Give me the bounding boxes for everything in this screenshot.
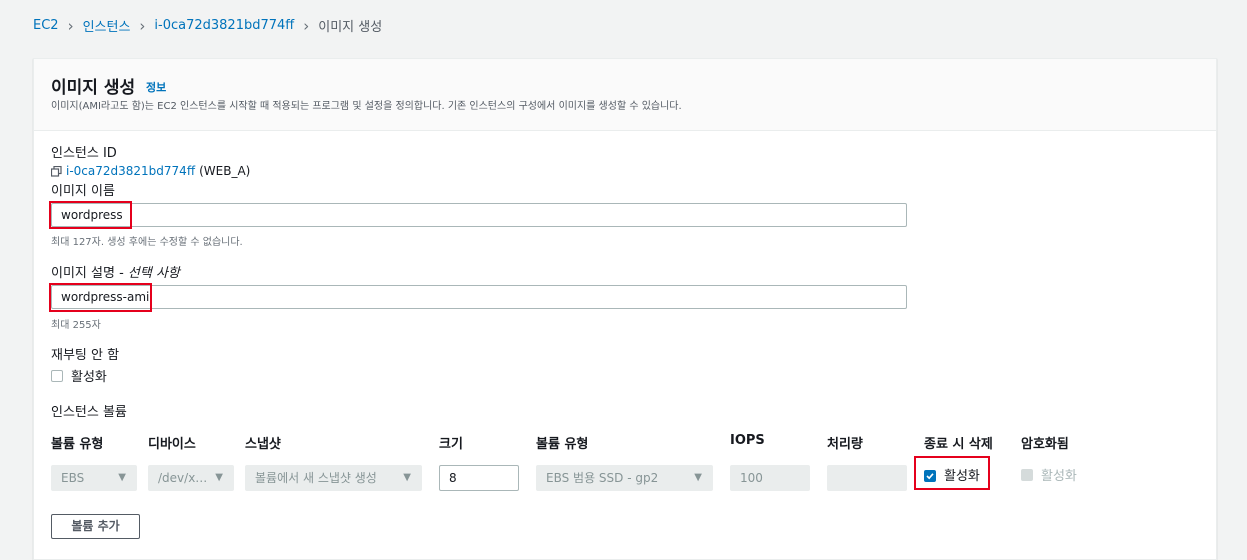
col-throughput: 처리량 [827,437,863,452]
image-desc-hint: 최대 255자 [51,320,101,331]
instance-id-link[interactable]: i-0ca72d3821bd774ff [66,164,195,178]
device-select[interactable]: /dev/x… ▼ [148,465,234,491]
create-image-panel: 이미지 생성 정보 이미지(AMI라고도 함)는 EC2 인스턴스를 시작할 때… [33,58,1217,560]
instance-volumes-label: 인스턴스 볼륨 [51,405,127,420]
col-device: 디바이스 [148,437,196,452]
highlight-box [49,201,132,229]
caret-down-icon: ▼ [694,472,702,483]
panel-description: 이미지(AMI라고도 함)는 EC2 인스턴스를 시작할 때 적용되는 프로그램… [51,101,682,112]
info-link[interactable]: 정보 [146,79,166,95]
caret-down-icon: ▼ [118,472,126,483]
breadcrumb-instances[interactable]: 인스턴스 [83,16,131,35]
no-reboot-checkbox-label: 활성화 [71,370,107,385]
chevron-right-icon: › [139,16,146,35]
caret-down-icon: ▼ [403,472,411,483]
breadcrumb-current: 이미지 생성 [318,20,383,35]
instance-id-value: i-0ca72d3821bd774ff (WEB_A) [50,164,251,178]
breadcrumb-ec2[interactable]: EC2 [33,18,59,33]
throughput-input[interactable] [827,465,907,491]
encrypted-label: 활성화 [1041,469,1077,484]
highlight-box [914,456,990,490]
encrypted-checkbox[interactable] [1021,469,1033,481]
copy-icon[interactable] [50,165,62,177]
col-volume-type: 볼륨 유형 [51,437,104,452]
image-desc-label: 이미지 설명 - 선택 사항 [51,266,180,281]
instance-name: (WEB_A) [199,164,251,178]
panel-header: 이미지 생성 정보 이미지(AMI라고도 함)는 EC2 인스턴스를 시작할 때… [34,59,1216,131]
highlight-box [49,283,152,312]
col-size: 크기 [439,437,463,452]
image-desc-input[interactable]: wordpress-ami [51,285,907,309]
snapshot-select[interactable]: 볼륨에서 새 스냅샷 생성 ▼ [245,465,422,491]
size-input[interactable]: 8 [439,465,519,491]
chevron-right-icon: › [67,16,74,35]
volume-type-select[interactable]: EBS ▼ [51,465,137,491]
chevron-right-icon: › [303,16,310,35]
no-reboot-checkbox[interactable] [51,370,63,382]
ebs-volume-type-select[interactable]: EBS 범용 SSD - gp2 ▼ [536,465,713,491]
col-ebs-volume-type: 볼륨 유형 [536,437,589,452]
image-name-hint: 최대 127자. 생성 후에는 수정할 수 없습니다. [51,237,243,248]
iops-input[interactable]: 100 [730,465,810,491]
breadcrumb: EC2 › 인스턴스 › i-0ca72d3821bd774ff › 이미지 생… [33,16,383,36]
caret-down-icon: ▼ [215,472,223,483]
no-reboot-label: 재부팅 안 함 [51,348,120,363]
col-delete-on-termination: 종료 시 삭제 [924,437,993,452]
col-iops: IOPS [730,433,765,448]
col-snapshot: 스냅샷 [245,437,281,452]
image-name-label: 이미지 이름 [51,184,115,199]
page-title: 이미지 생성 [51,78,136,98]
add-volume-button[interactable]: 볼륨 추가 [51,514,140,539]
image-name-input[interactable]: wordpress [51,203,907,227]
breadcrumb-instance-id[interactable]: i-0ca72d3821bd774ff [154,18,294,33]
col-encrypted: 암호화됨 [1021,437,1069,452]
instance-id-label: 인스턴스 ID [51,146,117,161]
